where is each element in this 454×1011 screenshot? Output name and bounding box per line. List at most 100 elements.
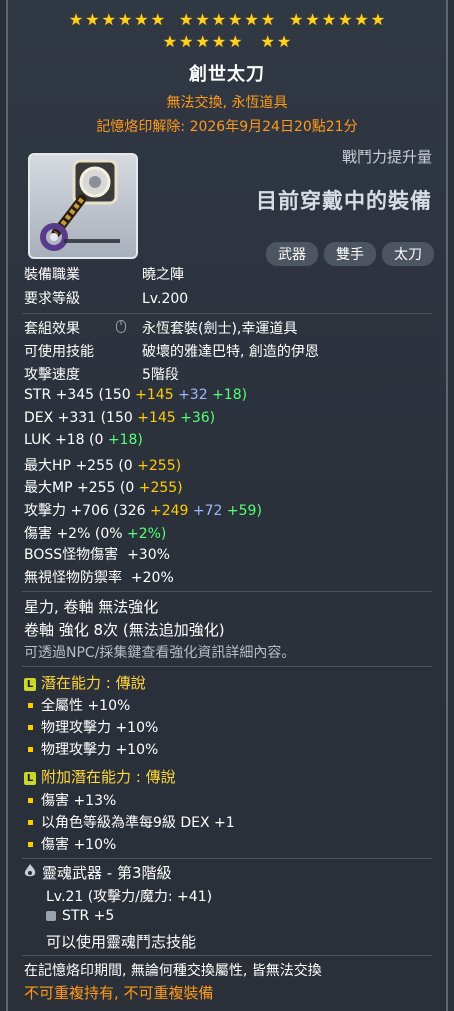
bullet-icon — [28, 724, 33, 730]
star-force-row-1: ★ ★ ★ ★ ★ ★ ★ ★ ★ ★ ★ ★ ★ ★ ★ ★ ★ ★ — [8, 12, 446, 28]
stat-total: +345 — [55, 387, 95, 403]
bullet-icon — [28, 819, 33, 825]
star-icon: ★ — [228, 10, 243, 29]
attack-speed: 攻擊速度 5階段 — [24, 367, 179, 383]
item-tooltip: ★ ★ ★ ★ ★ ★ ★ ★ ★ ★ ★ ★ ★ ★ ★ ★ ★ ★ ★ ★ ★ ★ ★ ★ ★ 創世太刀 無法交換, 永恆… — [6, 0, 448, 1011]
star-icon: ★ — [68, 10, 84, 29]
divider — [22, 313, 432, 314]
star-icon: ★ — [101, 10, 116, 29]
item-tags: 武器 雙手 太刀 — [266, 242, 434, 266]
star-group: ★ ★ ★ ★ ★ ★ — [289, 12, 385, 28]
potential-line: 物理攻擊力 +10% — [24, 739, 158, 759]
stat-base: (0 — [118, 457, 133, 474]
stat-p2: +72 — [192, 503, 223, 519]
star-icon: ★ — [305, 10, 320, 29]
mouse-icon[interactable] — [116, 320, 142, 337]
stat-total: +255 — [76, 480, 116, 497]
star-icon: ★ — [260, 32, 275, 51]
bullet-icon — [28, 746, 33, 752]
potential-line: 全屬性 +10% — [24, 695, 130, 715]
star-icon: ★ — [150, 10, 165, 29]
katana-weapon-icon — [40, 159, 120, 251]
stat-base: (150 — [98, 387, 131, 403]
star-group: ★ ★ ★ ★ ★ ★ — [179, 12, 275, 28]
potential-title: L 潛在能力 : 傳說 — [24, 672, 146, 693]
stat-row: 最大MP +255 (0 +255) — [24, 477, 183, 497]
divider — [22, 955, 432, 956]
required-level: 要求等級 Lv.200 — [24, 291, 189, 307]
star-icon: ★ — [179, 32, 194, 51]
star-icon: ★ — [162, 32, 178, 51]
star-icon: ★ — [211, 10, 226, 29]
star-group: ★ ★ ★ ★ ★ — [163, 34, 243, 50]
stat-total: +331 — [57, 409, 97, 426]
stat-p1: +255) — [138, 480, 183, 497]
set-effect: 套組效果 永恆套裝(劍士),幸運道具 — [24, 320, 298, 337]
divider — [22, 666, 432, 667]
scroll-upgrade: 卷軸 強化 8次 (無法追加強化) — [24, 621, 225, 639]
enhance-status: 星力, 卷軸 無法強化 — [24, 598, 159, 616]
stat-base: (326 — [113, 503, 146, 519]
stat-p1: +145 — [137, 409, 176, 426]
tag-weapon: 武器 — [266, 242, 318, 266]
star-icon: ★ — [117, 10, 133, 29]
bullet-icon — [28, 797, 33, 803]
stat-p3: +36) — [180, 409, 216, 426]
star-icon: ★ — [289, 10, 304, 29]
stat-name: LUK — [24, 432, 51, 449]
stat-row: STR +345 (150 +145 +32 +18) — [24, 387, 247, 403]
star-icon: ★ — [211, 32, 227, 51]
star-icon: ★ — [134, 10, 149, 29]
additional-potential-title: L 附加潛在能力 : 傳說 — [24, 766, 176, 787]
star-icon: ★ — [195, 10, 210, 29]
item-icon-frame — [28, 153, 138, 259]
stat-p2: +32 — [178, 387, 208, 403]
stat-row: 攻擊力 +706 (326 +249 +72 +59) — [24, 500, 262, 520]
legendary-grade-icon: L — [24, 678, 36, 691]
tag-two-handed: 雙手 — [324, 242, 376, 266]
stat-name: 攻擊力 — [24, 503, 66, 519]
stat-name: 傷害 — [24, 525, 52, 542]
stat-total: +18 — [54, 432, 85, 449]
trade-restriction: 在記憶烙印期間, 無論何種交換屬性, 皆無法交換 — [24, 963, 322, 979]
soul-stat: STR +5 — [46, 908, 114, 924]
stat-name: DEX — [24, 409, 54, 426]
stat-p3: +2%) — [126, 525, 167, 542]
stat-name: 最大HP — [24, 457, 71, 474]
tag-katana: 太刀 — [382, 242, 434, 266]
soul-stat-icon — [46, 911, 56, 921]
star-icon: ★ — [370, 10, 386, 29]
stat-p3: +18) — [107, 432, 143, 449]
stat-base: (0% — [94, 525, 123, 542]
stat-p3: +18) — [212, 387, 248, 403]
equipped-status: 目前穿戴中的裝備 — [256, 189, 432, 213]
bullet-icon — [28, 841, 33, 847]
star-group: ★ ★ ★ ★ ★ ★ — [69, 12, 165, 28]
stat-p1: +249 — [150, 503, 189, 519]
star-icon: ★ — [260, 10, 276, 29]
stat-p1: +145 — [135, 387, 174, 403]
star-icon: ★ — [178, 10, 194, 29]
star-icon: ★ — [338, 10, 353, 29]
soul-skill: 可以使用靈魂鬥志技能 — [46, 933, 197, 951]
item-trade-status: 無法交換, 永恆道具 — [166, 95, 288, 111]
stat-name: 最大MP — [24, 480, 73, 497]
bullet-icon — [28, 702, 33, 708]
item-title: 創世太刀 — [189, 64, 265, 85]
legendary-grade-icon: L — [24, 772, 36, 785]
stat-base: (0 — [88, 432, 104, 449]
enhance-hint: 可透過NPC/採集鍵查看強化資訊詳細內容。 — [24, 645, 296, 661]
required-job: 裝備職業 曉之陣 — [24, 267, 184, 283]
star-group: ★ ★ — [261, 34, 292, 50]
additional-potential-line: 傷害 +10% — [24, 834, 116, 854]
stat-total: +706 — [70, 503, 109, 519]
stat-p1: +255) — [137, 457, 182, 474]
divider — [22, 858, 432, 859]
soul-weapon-title: 靈魂武器 - 第3階級 — [24, 862, 172, 883]
stat-p3: +59) — [226, 503, 262, 519]
star-icon: ★ — [195, 32, 210, 51]
stat-total: +255 — [75, 457, 114, 474]
stat-name: STR — [24, 387, 52, 403]
star-icon: ★ — [354, 10, 369, 29]
ignore-defense: 無視怪物防禦率 +20% — [24, 570, 174, 586]
